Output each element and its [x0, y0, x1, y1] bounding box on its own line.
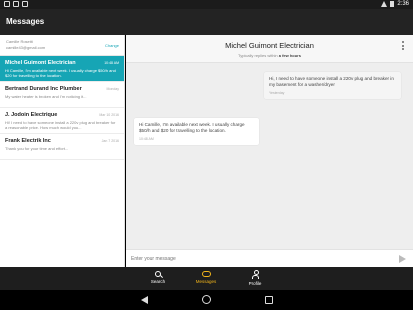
chat-subtitle: Typically replies within a few hours	[126, 53, 413, 58]
nav-label: Messages	[195, 279, 217, 284]
messages-icon	[201, 271, 211, 277]
conversation-name: Michel Guimont Electrician	[5, 60, 76, 66]
conversation-time: Jan 7 2016	[101, 139, 119, 143]
account-email: camille43@gmail.com	[6, 45, 46, 50]
system-nav-bar	[0, 290, 413, 310]
signal-icon	[381, 1, 388, 7]
message-text: Hi Camille, I'm available next week. I u…	[139, 122, 245, 134]
conversation-snippet: Hi! I need to have someone install a 220…	[5, 120, 116, 130]
nav-search[interactable]: Search	[138, 270, 178, 284]
status-bar: 2:36	[0, 0, 413, 9]
conversation-snippet: Thank you for your time and effort...	[5, 146, 69, 151]
profile-icon	[251, 270, 259, 279]
conversation-snippet: Hi Camille, I'm available next week. I u…	[5, 68, 116, 78]
conversation-item[interactable]: J. Jodoin Electrique Mar 10 2016 Hi! I n…	[0, 108, 124, 134]
chat-pane: Michel Guimont Electrician Typically rep…	[126, 35, 413, 267]
page-title: Messages	[6, 17, 45, 26]
reply-time-prefix: Typically replies within	[238, 53, 278, 58]
nav-messages[interactable]: Messages	[186, 270, 226, 284]
conversation-time: Mar 10 2016	[99, 113, 119, 117]
message-bubble-outgoing: Hi, I need to have someone install a 220…	[264, 72, 401, 100]
conversation-item[interactable]: Frank Electrik Inc Jan 7 2016 Thank you …	[0, 134, 124, 160]
back-icon[interactable]	[141, 296, 148, 304]
notification-icon	[22, 1, 28, 7]
battery-icon	[390, 1, 395, 7]
message-text: Hi, I need to have someone install a 220…	[269, 76, 394, 88]
conversation-snippet: My water heater is broken and I'm notici…	[5, 94, 87, 99]
nav-label: Search	[150, 279, 166, 284]
change-account-link[interactable]: Change	[105, 43, 119, 48]
nav-profile[interactable]: Profile	[235, 270, 275, 286]
conversation-time: 10:48 AM	[104, 61, 119, 65]
message-bubble-incoming: Hi Camille, I'm available next week. I u…	[134, 118, 259, 146]
message-time: Yesterday	[269, 91, 285, 96]
message-time: 10:48 AM	[139, 137, 154, 142]
conversation-list-pane: Camille Rosetti camille43@gmail.com Chan…	[0, 35, 125, 267]
conversation-item[interactable]: Bertrand Durand Inc Plumber Monday My wa…	[0, 82, 124, 108]
account-name: Camille Rosetti	[6, 39, 33, 44]
recents-icon[interactable]	[265, 296, 273, 304]
account-row: Camille Rosetti camille43@gmail.com Chan…	[0, 35, 124, 56]
notification-icon	[4, 1, 10, 7]
app-bar: Messages	[0, 9, 413, 35]
conversation-name: J. Jodoin Electrique	[5, 112, 58, 118]
bottom-nav: Search Messages Profile	[0, 267, 413, 290]
more-options-icon[interactable]	[402, 41, 405, 51]
conversation-name: Frank Electrik Inc	[5, 138, 51, 144]
notification-icon	[13, 1, 19, 7]
chat-header: Michel Guimont Electrician Typically rep…	[126, 35, 413, 63]
clock: 2:36	[397, 1, 409, 7]
reply-time-value: a few hours	[278, 53, 301, 58]
notification-icons	[4, 1, 28, 7]
search-icon	[155, 271, 161, 277]
send-icon[interactable]	[399, 255, 406, 263]
conversation-item[interactable]: Michel Guimont Electrician 10:48 AM Hi C…	[0, 56, 124, 82]
conversation-time: Monday	[106, 87, 119, 91]
message-composer	[126, 249, 413, 267]
home-icon[interactable]	[202, 295, 211, 304]
message-input[interactable]	[131, 254, 381, 264]
nav-label: Profile	[248, 281, 262, 286]
status-right: 2:36	[381, 1, 409, 7]
conversation-name: Bertrand Durand Inc Plumber	[5, 86, 82, 92]
chat-title: Michel Guimont Electrician	[225, 41, 314, 50]
